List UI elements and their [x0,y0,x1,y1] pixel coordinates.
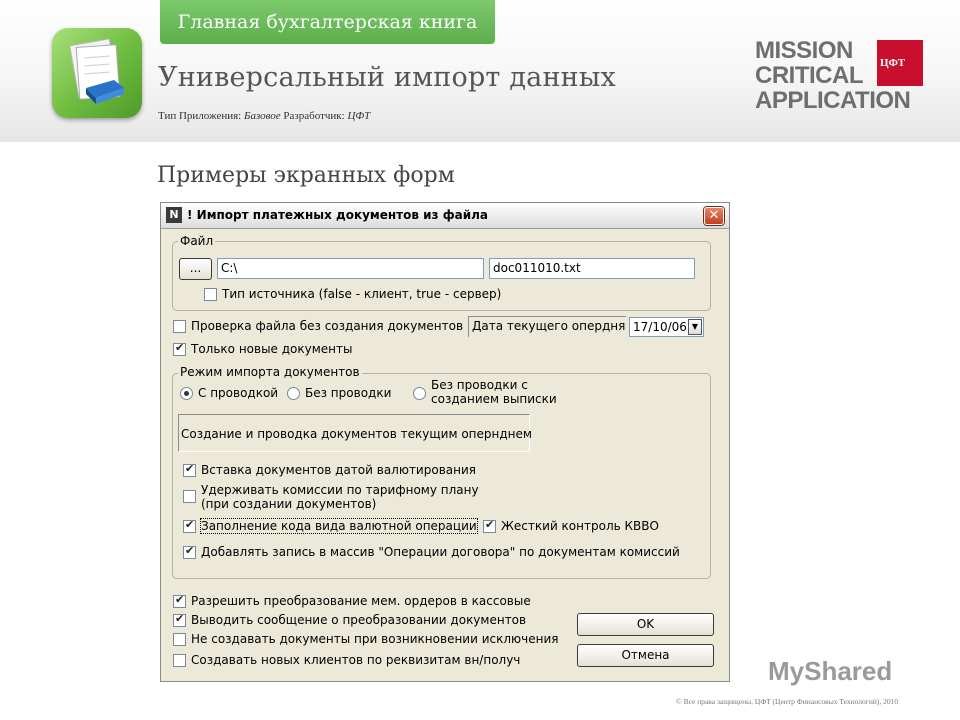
radio-without-posting[interactable] [287,387,300,400]
radio-without-posting-statement[interactable] [413,387,426,400]
show-message-checkbox[interactable] [173,612,186,627]
check-file-checkbox[interactable] [173,320,186,333]
filename-field[interactable]: doc011010.txt [489,258,695,279]
file-group-legend: Файл [178,234,216,248]
no-create-exception-checkbox[interactable] [173,633,186,646]
copyright-text: © Все права защищены, ЦФТ (Центр Финансо… [676,697,899,706]
meta-dev-label: Разработчик: [283,110,345,122]
module-tab[interactable]: Главная бухгалтерская книга [160,0,495,44]
check-file-label: Проверка файла без создания документов [191,319,464,333]
section-title: Примеры экранных форм [157,163,455,188]
source-type-label: Тип источника (false - клиент, true - се… [222,287,502,301]
dialog-title: ! Импорт платежных документов из файла [187,208,489,222]
currency-code-checkbox[interactable] [183,518,196,533]
app-window-icon: N [166,207,182,223]
commission-checkbox[interactable] [183,490,196,503]
only-new-label: Только новые документы [191,342,353,356]
meta-type-label: Тип Приложения: [158,110,242,122]
app-meta: Тип Приложения: Базовое Разработчик: ЦФТ [158,110,370,122]
date-value: 17/10/06 [633,320,687,334]
date-picker[interactable]: 17/10/06 ▼ [629,317,704,337]
source-type-checkbox[interactable] [204,288,217,301]
value-date-label: Вставка документов датой валютирования [201,463,476,477]
close-button[interactable]: ✕ [704,207,724,225]
no-create-exception-label: Не создавать документы при возникновении… [191,632,559,646]
ok-button[interactable]: OK [577,613,714,636]
browse-button[interactable]: ... [179,258,212,280]
app-title: Универсальный импорт данных [158,62,616,93]
meta-dev-value: ЦФТ [347,110,371,122]
mca-line-3: APPLICATION [755,87,911,114]
create-clients-checkbox[interactable] [173,654,186,667]
app-book-icon [52,28,142,118]
dialog-titlebar[interactable]: N ! Импорт платежных документов из файла… [161,203,729,229]
show-message-label: Выводить сообщение о преобразовании доку… [191,613,527,627]
mission-critical-logo: MISSION CRITICAL APPLICATION ЦФТ [755,38,930,116]
cft-logo: ЦФТ [877,40,923,86]
cancel-button[interactable]: Отмена [577,644,714,667]
radio-with-posting-label: С проводкой [198,386,279,400]
dropdown-arrow-icon[interactable]: ▼ [688,319,702,335]
commission-label: Удерживать комиссии по тарифному плану (… [201,483,479,511]
kvvo-checkbox[interactable] [483,518,496,533]
contract-ops-checkbox[interactable] [183,544,196,559]
radio-without-posting-label: Без проводки [305,386,392,400]
myshared-watermark-text: MyShared [768,656,893,686]
meta-type-value: Базовое [244,110,281,122]
allow-convert-label: Разрешить преобразование мем. ордеров в … [191,594,531,608]
value-date-checkbox[interactable] [183,462,196,477]
mode-description: Создание и проводка документов текущим о… [181,427,532,441]
allow-convert-checkbox[interactable] [173,593,186,608]
only-new-checkbox[interactable] [173,341,186,356]
currency-code-label: Заполнение кода вида валютной операции [200,518,478,534]
path-field[interactable]: C:\ [217,258,484,279]
kvvo-label: Жесткий контроль КВВО [501,519,659,533]
date-label-box: Дата текущего опердня [468,316,626,337]
import-dialog: N ! Импорт платежных документов из файла… [160,202,730,682]
create-clients-label: Создавать новых клиентов по реквизитам в… [191,653,521,667]
radio-with-posting[interactable] [180,387,193,400]
radio-without-posting-statement-label: Без проводки с созданием выписки [431,378,557,406]
contract-ops-label: Добавлять запись в массив "Операции дого… [201,545,680,559]
myshared-watermark: MyShared [768,656,892,687]
mode-group-legend: Режим импорта документов [178,365,362,379]
